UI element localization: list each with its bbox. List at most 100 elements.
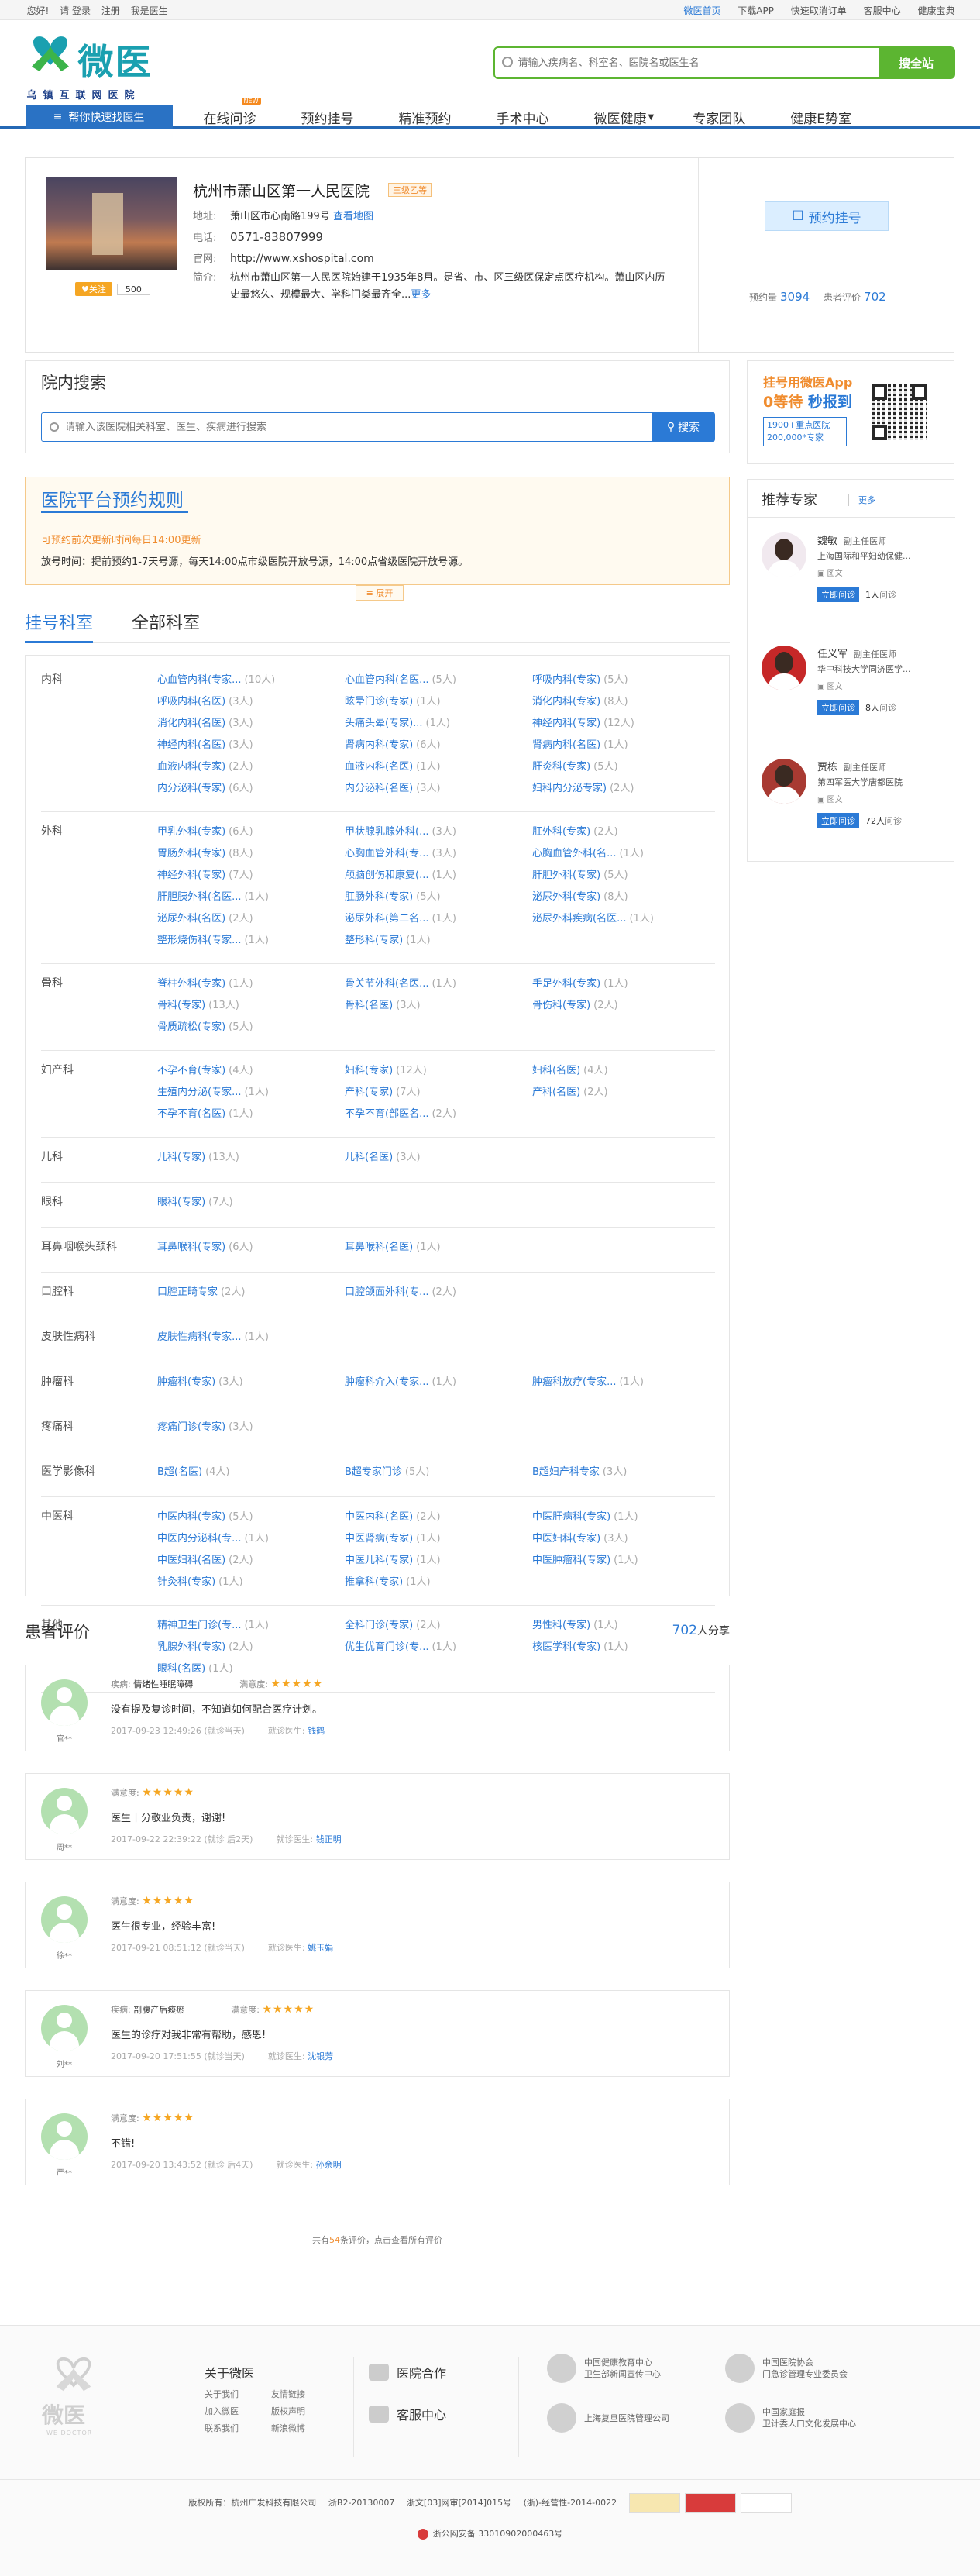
- department-link[interactable]: 中医儿科(专家) (1人): [345, 1551, 441, 1566]
- department-link[interactable]: 心血管内科(专家... (10人): [157, 671, 275, 686]
- site-search-input[interactable]: [494, 48, 879, 77]
- department-link[interactable]: 血液内科(专家) (2人): [157, 758, 253, 773]
- department-link[interactable]: 泌尿外科(名医) (2人): [157, 910, 253, 925]
- department-link[interactable]: 整形烧伤科(专家... (1人): [157, 932, 269, 946]
- verified-badge-icon[interactable]: [740, 2493, 792, 2513]
- department-link[interactable]: 眼科(专家) (7人): [157, 1193, 233, 1208]
- hospital-coop-link[interactable]: 医院合作: [369, 2363, 446, 2381]
- footer-link[interactable]: 新浪微博: [271, 2422, 338, 2434]
- department-link[interactable]: 中医内分泌科(专... (1人): [157, 1530, 269, 1545]
- department-link[interactable]: 神经内科(专家) (12人): [532, 715, 634, 729]
- department-link[interactable]: 肛肠外科(专家) (5人): [345, 888, 441, 903]
- department-link[interactable]: 呼吸内科(专家) (5人): [532, 671, 628, 686]
- department-link[interactable]: 头痛头晕(专家)... (1人): [345, 715, 450, 729]
- department-link[interactable]: 中医妇科(名医) (2人): [157, 1551, 253, 1566]
- department-link[interactable]: 心血管内科(名医... (5人): [345, 671, 456, 686]
- cancel-order-link[interactable]: 快速取消订单: [791, 5, 847, 16]
- review-doctor-link[interactable]: 沈银芳: [308, 2051, 333, 2061]
- footer-link[interactable]: 加入微医: [205, 2405, 271, 2417]
- review-doctor-link[interactable]: 钱鹤: [308, 1726, 325, 1736]
- department-link[interactable]: 手足外科(专家) (1人): [532, 975, 628, 990]
- credit-badge-icon[interactable]: [684, 2493, 736, 2513]
- department-link[interactable]: 肝胆外科(专家) (5人): [532, 866, 628, 881]
- department-link[interactable]: B超妇产科专家 (3人): [532, 1463, 627, 1478]
- footer-link[interactable]: 联系我们: [205, 2422, 271, 2434]
- department-link[interactable]: 肛外科(专家) (2人): [532, 823, 618, 838]
- department-link[interactable]: 生殖内分泌(专家... (1人): [157, 1083, 269, 1098]
- nav-experts[interactable]: 专家团队: [693, 105, 745, 129]
- inner-search-button[interactable]: ⚲ 搜索: [652, 413, 714, 441]
- department-link[interactable]: 骨质疏松(专家) (5人): [157, 1018, 253, 1033]
- nav-precise-booking[interactable]: 精准预约: [399, 105, 452, 129]
- follow-button[interactable]: ♥关注: [75, 282, 112, 296]
- intro-more-link[interactable]: 更多: [411, 289, 431, 301]
- rules-expand-toggle[interactable]: ≡ 展开: [356, 585, 404, 601]
- department-link[interactable]: 骨科(专家) (13人): [157, 997, 239, 1011]
- department-link[interactable]: 中医内科(专家) (5人): [157, 1508, 253, 1523]
- department-link[interactable]: 产科(专家) (7人): [345, 1083, 421, 1098]
- department-link[interactable]: 消化内科(名医) (3人): [157, 715, 253, 729]
- expert-card[interactable]: 贾栋 副主任医师 第四军医大学唐都医院 ▣ 图文 立即问诊 72人问诊: [762, 759, 947, 852]
- review-doctor-link[interactable]: 孙余明: [316, 2160, 342, 2170]
- department-link[interactable]: 骨伤科(专家) (2人): [532, 997, 618, 1011]
- department-link[interactable]: 泌尿外科(专家) (8人): [532, 888, 628, 903]
- department-link[interactable]: 肝炎科(专家) (5人): [532, 758, 618, 773]
- department-link[interactable]: 心胸血管外科(名... (1人): [532, 845, 644, 859]
- trust-badge-icon[interactable]: [628, 2493, 680, 2513]
- department-link[interactable]: 内分泌科(名医) (3人): [345, 780, 441, 794]
- department-link[interactable]: 甲状腺乳腺外科(... (3人): [345, 823, 456, 838]
- department-link[interactable]: 泌尿外科(第二名... (1人): [345, 910, 456, 925]
- app-promo[interactable]: 挂号用微医App 0等待 秒报到 1900+重点医院 200,000*专家: [747, 360, 954, 464]
- department-link[interactable]: 口腔正畸专家 (2人): [157, 1283, 245, 1298]
- department-link[interactable]: 中医肾病(专家) (1人): [345, 1530, 441, 1545]
- department-link[interactable]: 肾病内科(专家) (6人): [345, 736, 441, 751]
- doctor-entry-link[interactable]: 我是医生: [131, 5, 168, 16]
- review-doctor-link[interactable]: 姚玉娟: [308, 1943, 333, 1953]
- department-link[interactable]: 眩晕门诊(专家) (1人): [345, 693, 441, 708]
- review-doctor-link[interactable]: 钱正明: [316, 1834, 342, 1844]
- download-app-link[interactable]: 下载APP: [738, 5, 774, 16]
- department-link[interactable]: 儿科(名医) (3人): [345, 1149, 421, 1163]
- nav-online-consult[interactable]: 在线问诊 NEW: [204, 98, 261, 129]
- department-link[interactable]: 妇科(名医) (4人): [532, 1062, 608, 1076]
- inner-search-input[interactable]: [42, 413, 652, 441]
- department-link[interactable]: B超专家门诊 (5人): [345, 1463, 429, 1478]
- department-link[interactable]: 整形科(专家) (1人): [345, 932, 431, 946]
- department-link[interactable]: 儿科(专家) (13人): [157, 1149, 239, 1163]
- department-link[interactable]: 肾病内科(名医) (1人): [532, 736, 628, 751]
- department-link[interactable]: 肿瘤科放疗(专家... (1人): [532, 1373, 644, 1388]
- police-text[interactable]: 浙公网安备 33010902000463号: [433, 2529, 562, 2539]
- department-link[interactable]: 肿瘤科(专家) (3人): [157, 1373, 243, 1388]
- department-link[interactable]: 血液内科(名医) (1人): [345, 758, 441, 773]
- tab-registration-depts[interactable]: 挂号科室: [25, 609, 94, 643]
- department-link[interactable]: 中医肿瘤科(专家) (1人): [532, 1551, 638, 1566]
- footer-link[interactable]: 友情链接: [271, 2388, 338, 2400]
- department-link[interactable]: 不孕不育(名医) (1人): [157, 1105, 253, 1120]
- department-link[interactable]: 疼痛门诊(专家) (3人): [157, 1418, 253, 1433]
- tab-all-depts[interactable]: 全部科室: [132, 609, 200, 643]
- department-link[interactable]: 不孕不育(专家) (4人): [157, 1062, 253, 1076]
- department-link[interactable]: 不孕不育(部医名... (2人): [345, 1105, 456, 1120]
- site-logo[interactable]: 微医 乌镇互联网医院: [27, 33, 190, 102]
- department-link[interactable]: 神经内科(名医) (3人): [157, 736, 253, 751]
- department-link[interactable]: 皮肤性病科(专家... (1人): [157, 1328, 269, 1343]
- nav-health[interactable]: 微医健康 ▼: [594, 105, 655, 129]
- nav-surgery[interactable]: 手术中心: [497, 105, 549, 129]
- department-link[interactable]: 中医妇科(专家) (3人): [532, 1530, 628, 1545]
- expert-card[interactable]: 任义军 副主任医师 华中科技大学同济医学... ▣ 图文 立即问诊 8人问诊: [762, 646, 947, 739]
- login-link[interactable]: 请 登录: [60, 5, 91, 16]
- find-doctor-button[interactable]: ≡ 帮你快速找医生: [25, 105, 173, 129]
- ask-now-button[interactable]: 立即问诊: [817, 813, 859, 828]
- ask-now-button[interactable]: 立即问诊: [817, 587, 859, 602]
- department-link[interactable]: B超(名医) (4人): [157, 1463, 229, 1478]
- department-link[interactable]: 妇科(专家) (12人): [345, 1062, 427, 1076]
- home-link[interactable]: 微医首页: [683, 5, 720, 16]
- department-link[interactable]: 泌尿外科疾病(名医... (1人): [532, 910, 654, 925]
- department-link[interactable]: 口腔颌面外科(专... (2人): [345, 1283, 456, 1298]
- department-link[interactable]: 心胸血管外科(专... (3人): [345, 845, 456, 859]
- department-link[interactable]: 中医内科(名医) (2人): [345, 1508, 441, 1523]
- department-link[interactable]: 内分泌科(专家) (6人): [157, 780, 253, 794]
- department-link[interactable]: 消化内科(专家) (8人): [532, 693, 628, 708]
- department-link[interactable]: 推拿科(专家) (1人): [345, 1573, 431, 1588]
- book-appointment-button[interactable]: ☐ 预约挂号: [765, 201, 889, 231]
